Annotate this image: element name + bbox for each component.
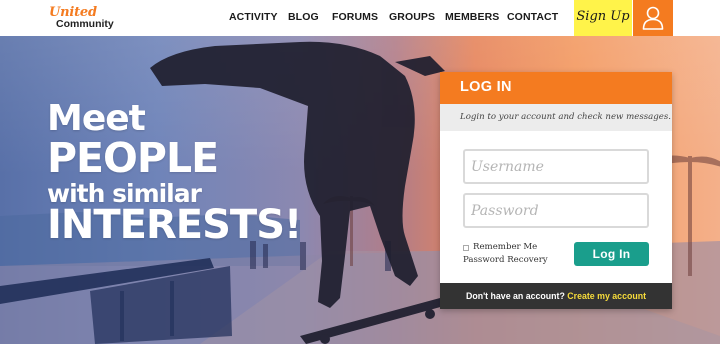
login-title: LOG IN (460, 79, 512, 95)
site-header: United Community ACTIVITY BLOG FORUMS GR… (0, 0, 720, 36)
create-account-link[interactable]: Create my account (567, 291, 646, 301)
login-card-footer: Don't have an account? Create my account (440, 283, 672, 309)
login-card: LOG IN Login to your account and check n… (440, 72, 672, 309)
login-button[interactable]: Log In (574, 242, 649, 266)
nav-members[interactable]: MEMBERS (445, 0, 499, 36)
nav-groups[interactable]: GROUPS (389, 0, 435, 36)
hero-line-4: INTERESTS! (47, 202, 302, 248)
password-recovery-link[interactable]: Password Recovery (463, 255, 548, 265)
nav-blog[interactable]: BLOG (288, 0, 319, 36)
nav-forums[interactable]: FORUMS (332, 0, 378, 36)
nav-activity[interactable]: ACTIVITY (229, 0, 278, 36)
username-input[interactable] (463, 149, 649, 184)
user-account-button[interactable] (633, 0, 673, 36)
no-account-text: Don't have an account? (465, 291, 568, 301)
nav-contact[interactable]: CONTACT (507, 0, 558, 36)
user-icon (642, 6, 664, 30)
hero-line-2: PEOPLE (47, 134, 219, 182)
sign-up-button[interactable]: Sign Up (574, 0, 632, 36)
logo-line-2: Community (56, 18, 114, 30)
hero-line-1: Meet (47, 98, 146, 139)
remember-me-label[interactable]: Remember Me (473, 242, 537, 252)
login-subtitle: Login to your account and check new mess… (440, 104, 672, 131)
password-input[interactable] (463, 193, 649, 228)
logo[interactable]: United Community (49, 5, 129, 33)
remember-me-checkbox[interactable] (463, 245, 469, 251)
login-card-header: LOG IN (440, 72, 672, 104)
